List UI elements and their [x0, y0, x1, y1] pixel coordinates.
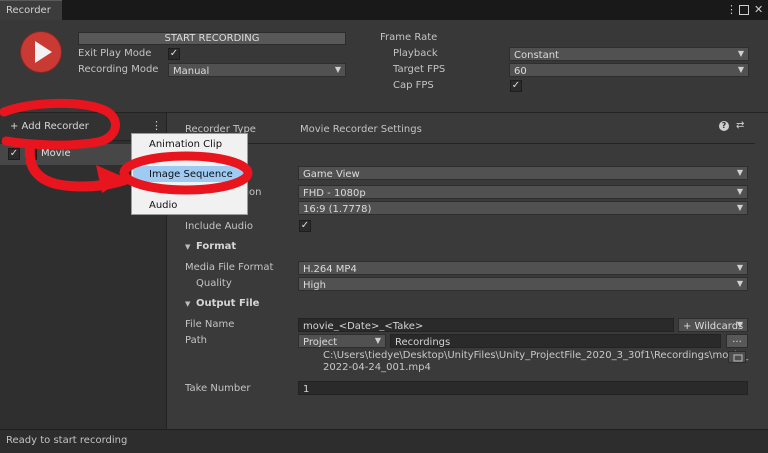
highlight-circle-annotation [119, 151, 253, 195]
circle-annotation [0, 98, 120, 150]
red-annotation-overlay [0, 98, 253, 195]
